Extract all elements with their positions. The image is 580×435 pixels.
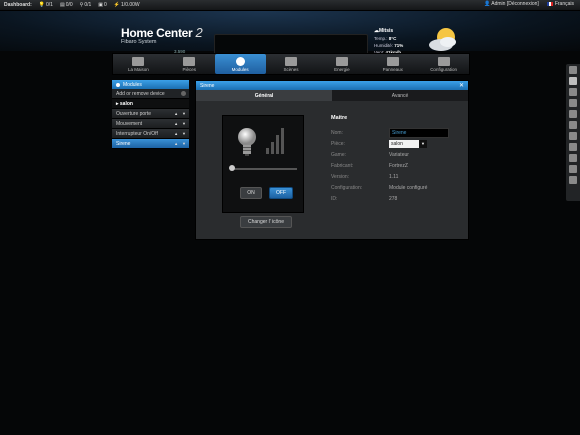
tab-general[interactable]: Général	[196, 90, 332, 101]
alarm-icon: ▣	[98, 2, 104, 8]
energy-icon	[335, 56, 348, 66]
scenes-icon	[285, 56, 297, 66]
comment-icon[interactable]	[569, 99, 577, 107]
main-nav: La Maison Pièces Modules Scènes Energie …	[112, 53, 470, 75]
house-icon	[132, 56, 145, 66]
name-field[interactable]: Sirene	[389, 127, 449, 138]
section-title: Maitre	[331, 115, 348, 121]
arrow-right-icon[interactable]	[569, 66, 577, 74]
blind-icon: ▤	[59, 2, 65, 8]
blinds-stat[interactable]: ▤ 0/0	[60, 2, 73, 8]
dashboard-label: Dashboard:	[4, 2, 32, 8]
change-icon-button[interactable]: Changer l' icône	[240, 216, 292, 228]
tab-modules[interactable]: Modules	[214, 54, 266, 74]
sidebar-item-mouvement[interactable]: Mouvement ▲ ▼	[112, 119, 189, 129]
grid-icon[interactable]	[569, 154, 577, 162]
search-icon[interactable]	[569, 88, 577, 96]
dialog-body: ON OFF Changer l' icône Maitre Nom: Siren…	[196, 101, 468, 239]
list-icon[interactable]	[569, 121, 577, 129]
down-arrow-icon[interactable]: ▼	[182, 111, 186, 116]
tab-la-maison[interactable]: La Maison	[113, 54, 164, 74]
sensors-stat[interactable]: ⚲ 0/1	[80, 2, 92, 8]
device-properties: Maitre Nom: Sirene Pièce: salon ▼ Game: Vari…	[331, 115, 449, 204]
sidebar-item-sirene[interactable]: Sirene ▲ ▼	[112, 139, 189, 149]
sidebar-item-ouverture-porte[interactable]: Ouverture porte ▲ ▼	[112, 109, 189, 119]
weather-panel: ☁Mitsis Temp.: 8°C Humidité: 71% Vent: 4…	[374, 28, 404, 55]
sidebar-header: Modules	[112, 80, 189, 89]
alarm-stat[interactable]: ▣ 0	[98, 2, 107, 8]
tab-scenes[interactable]: Scènes	[266, 54, 317, 74]
slider-handle[interactable]	[229, 165, 235, 171]
lights-stat[interactable]: 💡 0/1	[39, 2, 53, 8]
sun-cloud-icon	[429, 28, 456, 51]
device-dialog: Sirene ✕ Général Avancé ON OFF Changer l'…	[195, 80, 469, 240]
tab-pieces[interactable]: Pièces	[164, 54, 215, 74]
modules-sidebar: Modules Add or remove device ▸ salon Ouv…	[112, 80, 189, 149]
header: Home Center 2 Fibaro System 3.590 ☁Mitsi…	[0, 11, 580, 60]
sidebar-item-interrupteur[interactable]: Interrupteur On/Off ▲ ▼	[112, 129, 189, 139]
on-button[interactable]: ON	[240, 187, 262, 199]
add-device-button[interactable]: Add or remove device	[112, 89, 189, 99]
room-select[interactable]: salon ▼	[389, 139, 427, 148]
bulb-icon	[235, 56, 245, 66]
dimmer-slider[interactable]	[229, 165, 297, 171]
right-toolbar	[566, 64, 580, 201]
dialog-header: Sirene ✕	[196, 81, 468, 90]
tab-configuration[interactable]: Configuration	[418, 54, 469, 74]
power-icon: ⚡	[113, 2, 121, 8]
settings-icon[interactable]	[569, 132, 577, 140]
power-stat[interactable]: ⚡ 1/0.00W	[114, 2, 140, 8]
rooms-icon	[183, 56, 196, 66]
down-arrow-icon[interactable]: ▼	[182, 141, 186, 146]
logo: Home Center 2 Fibaro System 3.590	[121, 25, 203, 54]
up-arrow-icon[interactable]: ▲	[174, 141, 178, 146]
sensor-icon: ⚲	[79, 2, 84, 8]
location-icon[interactable]	[569, 110, 577, 118]
down-arrow-icon[interactable]: ▼	[182, 121, 186, 126]
level-bars-icon	[266, 126, 284, 154]
tab-panneaux[interactable]: Panneaux	[367, 54, 418, 74]
up-arrow-icon[interactable]: ▲	[174, 111, 178, 116]
save-icon[interactable]	[569, 77, 577, 85]
panels-icon	[386, 56, 399, 66]
tab-advanced[interactable]: Avancé	[332, 90, 468, 101]
chart-icon[interactable]	[569, 143, 577, 151]
dialog-tabs: Général Avancé	[196, 90, 468, 101]
tab-energie[interactable]: Energie	[316, 54, 367, 74]
room-header[interactable]: ▸ salon	[112, 99, 189, 109]
down-arrow-icon[interactable]: ▼	[182, 131, 186, 136]
user-icon[interactable]	[569, 165, 577, 173]
top-status-bar: Dashboard: 💡 0/1 ▤ 0/0 ⚲ 0/1 ▣ 0 ⚡ 1/0.00W 👤 …	[0, 0, 580, 11]
bulb-icon: 💡	[38, 2, 46, 8]
chevron-down-icon: ▼	[419, 139, 427, 148]
up-arrow-icon[interactable]: ▲	[174, 121, 178, 126]
logout-icon[interactable]	[569, 176, 577, 184]
chevron-down-icon	[181, 91, 186, 96]
up-arrow-icon[interactable]: ▲	[174, 131, 178, 136]
bulb-icon	[116, 82, 120, 87]
close-icon[interactable]: ✕	[459, 82, 464, 89]
gears-icon	[437, 56, 450, 66]
lightbulb-icon	[238, 128, 256, 156]
language-selector[interactable]: Français	[546, 1, 574, 7]
admin-link[interactable]: 👤 Admin [Déconnexion]	[484, 1, 539, 7]
flag-icon	[546, 1, 553, 6]
off-button[interactable]: OFF	[269, 187, 293, 199]
device-control-box: ON OFF	[222, 115, 304, 213]
